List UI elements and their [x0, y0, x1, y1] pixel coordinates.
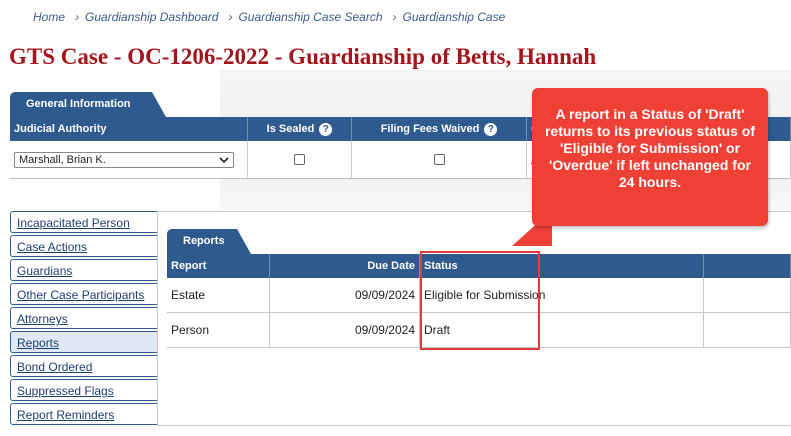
sidebar-item-label: Attorneys	[17, 312, 68, 326]
sidebar-item-other-case-participants[interactable]: Other Case Participants	[10, 283, 158, 305]
case-sidebar: Incapacitated Person Case Actions Guardi…	[10, 211, 158, 427]
sidebar-item-label: Guardians	[17, 264, 73, 278]
filing-fees-waived-checkbox[interactable]	[433, 154, 445, 165]
sidebar-item-label: Incapacitated Person	[17, 216, 130, 230]
breadcrumb-home[interactable]: Home	[33, 10, 65, 24]
breadcrumb: Home › Guardianship Dashboard › Guardian…	[33, 10, 515, 24]
sidebar-item-reports[interactable]: Reports	[10, 331, 158, 353]
is-sealed-cell	[248, 141, 352, 178]
judicial-authority-value: Marshall, Brian K.	[19, 153, 106, 166]
sidebar-item-label: Reports	[17, 336, 60, 350]
sidebar-item-bond-ordered[interactable]: Bond Ordered	[10, 355, 158, 377]
chevron-down-icon	[219, 156, 229, 163]
judicial-authority-cell: Marshall, Brian K.	[10, 141, 248, 178]
tab-general-information[interactable]: General Information	[10, 92, 166, 117]
sidebar-item-label: Suppressed Flags	[17, 384, 114, 398]
help-icon[interactable]: ?	[484, 122, 498, 136]
sidebar-item-label: Bond Ordered	[17, 360, 93, 374]
header-filing-fees-waived-label: Filing Fees Waived	[380, 123, 480, 135]
sidebar-item-label: Case Actions	[17, 240, 88, 254]
report-due-date: 09/09/2024	[270, 278, 420, 312]
sidebar-item-label: Other Case Participants	[17, 288, 145, 302]
sidebar-item-suppressed-flags[interactable]: Suppressed Flags	[10, 379, 158, 401]
report-name: Person	[167, 313, 270, 347]
page-title: GTS Case - OC-1206-2022 - Guardianship o…	[9, 44, 597, 69]
row-empty-cell	[704, 278, 791, 312]
breadcrumb-guardianship-case-search[interactable]: Guardianship Case Search	[238, 10, 382, 24]
breadcrumb-guardianship-case[interactable]: Guardianship Case	[403, 10, 506, 24]
is-sealed-checkbox[interactable]	[294, 154, 305, 165]
report-due-date: 09/09/2024	[270, 313, 420, 347]
status-highlight-box	[420, 251, 540, 350]
breadcrumb-separator: ›	[228, 10, 233, 24]
breadcrumb-separator: ›	[75, 10, 80, 24]
sidebar-item-report-reminders[interactable]: Report Reminders	[10, 403, 158, 425]
row-empty-cell	[704, 313, 791, 347]
header-empty	[704, 254, 791, 278]
breadcrumb-separator: ›	[392, 10, 397, 24]
breadcrumb-guardianship-dashboard[interactable]: Guardianship Dashboard	[85, 10, 218, 24]
header-due-date[interactable]: Due Date	[270, 254, 420, 278]
sidebar-item-guardians[interactable]: Guardians	[10, 259, 158, 281]
judicial-authority-select[interactable]: Marshall, Brian K.	[14, 151, 234, 168]
help-icon[interactable]: ?	[319, 122, 333, 136]
report-name: Estate	[167, 278, 270, 312]
sidebar-item-incapacitated-person[interactable]: Incapacitated Person	[10, 211, 158, 233]
header-judicial-authority: Judicial Authority	[10, 117, 248, 141]
header-filing-fees-waived: Filing Fees Waived ?	[352, 117, 527, 141]
sidebar-item-case-actions[interactable]: Case Actions	[10, 235, 158, 257]
annotation-callout: A report in a Status of 'Draft' returns …	[532, 88, 768, 226]
sidebar-item-label: Report Reminders	[17, 408, 115, 422]
header-is-sealed: Is Sealed ?	[248, 117, 352, 141]
header-report[interactable]: Report	[167, 254, 270, 278]
filing-fees-waived-cell	[352, 141, 527, 178]
tab-reports[interactable]: Reports	[167, 229, 251, 254]
sidebar-item-attorneys[interactable]: Attorneys	[10, 307, 158, 329]
header-is-sealed-label: Is Sealed	[266, 123, 315, 135]
